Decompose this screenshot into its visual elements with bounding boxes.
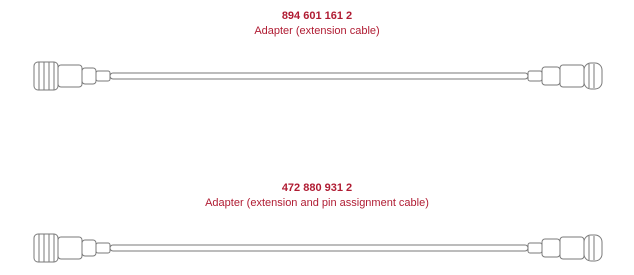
cable-illustration — [33, 61, 603, 91]
page: { "colors": { "accent": "#b01c33", "illu… — [0, 0, 634, 275]
part-number: 472 880 931 2 — [281, 182, 353, 194]
part-description: Adapter (extension and pin assignment ca… — [205, 197, 429, 209]
part-description: Adapter (extension cable) — [254, 25, 380, 37]
part-number: 894 601 161 2 — [281, 10, 353, 22]
cable-illustration — [33, 233, 603, 263]
